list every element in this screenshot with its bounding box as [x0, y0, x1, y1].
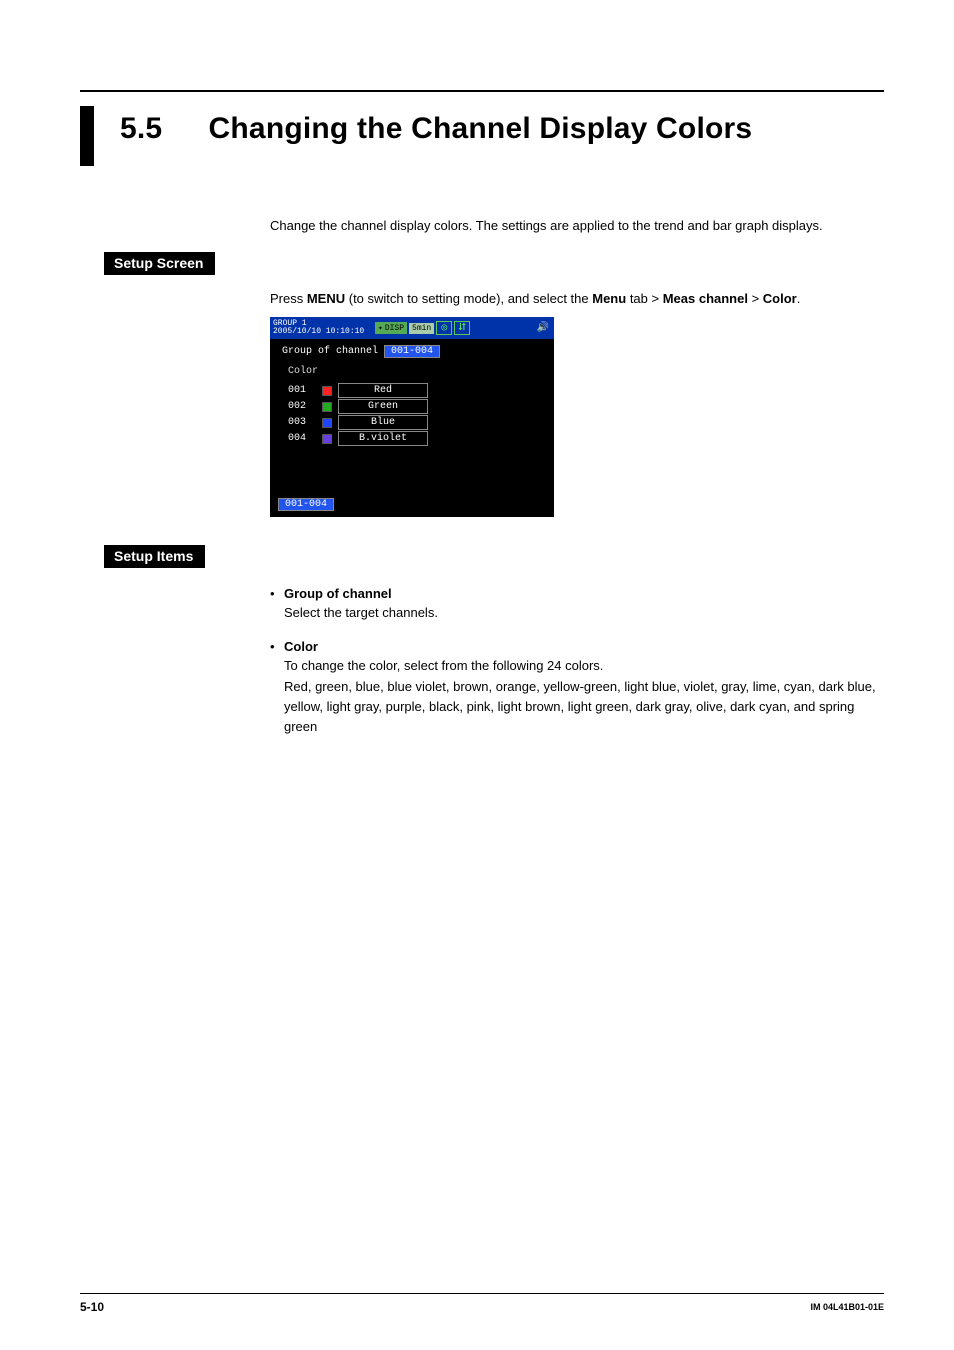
ss-color-table: 001 Red 002 Green 003 Blue 004 B — [288, 383, 546, 446]
page-number: 5-10 — [80, 1300, 104, 1314]
color-name: Red — [338, 383, 428, 398]
ss-group-row: Group of channel 001-004 — [282, 345, 546, 358]
camera-icon: ◎ — [436, 321, 452, 335]
ss-group-info: GROUP 1 2005/10/10 10:10:10 — [273, 320, 373, 336]
item-body: Select the target channels. — [284, 603, 884, 623]
ss-interval: 5min — [409, 323, 434, 334]
color-name: Blue — [338, 415, 428, 430]
page: 5.5 Changing the Channel Display Colors … — [0, 0, 954, 1350]
t-prefix: Press — [270, 291, 307, 306]
color-name: Green — [338, 399, 428, 414]
doc-id: IM 04L41B01-01E — [810, 1302, 884, 1312]
ss-subhead: Color — [288, 366, 546, 377]
color-name: B.violet — [338, 431, 428, 446]
ch-num: 003 — [288, 417, 316, 428]
ch-num: 004 — [288, 433, 316, 444]
ss-footer-badge: 001-004 — [278, 498, 334, 511]
t-menu3: Meas channel — [663, 291, 748, 306]
item-group-of-channel: • Group of channel — [270, 586, 884, 601]
intro-text: Change the channel display colors. The s… — [270, 216, 874, 236]
top-rule — [80, 90, 884, 92]
ss-statusbar: GROUP 1 2005/10/10 10:10:10 ✦ DISP 5min … — [270, 317, 554, 339]
table-row: 001 Red — [288, 383, 546, 398]
ch-num: 002 — [288, 401, 316, 412]
device-screenshot: GROUP 1 2005/10/10 10:10:10 ✦ DISP 5min … — [270, 317, 554, 517]
table-row: 003 Blue — [288, 415, 546, 430]
speaker-icon: 🔊 — [535, 321, 551, 335]
item-color: • Color — [270, 639, 884, 654]
t-mid3: > — [748, 291, 763, 306]
t-menu2: Menu — [592, 291, 626, 306]
color-swatch — [322, 434, 332, 444]
setup-screen-label: Setup Screen — [104, 252, 215, 275]
bullet-icon: • — [270, 639, 284, 654]
t-menu: MENU — [307, 291, 345, 306]
item-body-line2: Red, green, blue, blue violet, brown, or… — [284, 677, 884, 737]
section-number: 5.5 — [120, 112, 200, 146]
table-row: 002 Green — [288, 399, 546, 414]
ss-disp-text: DISP — [385, 324, 404, 333]
disp-star-icon: ✦ — [378, 323, 383, 333]
t-mid2: tab > — [626, 291, 663, 306]
setup-screen-text: Press MENU (to switch to setting mode), … — [270, 289, 884, 309]
t-mid1: (to switch to setting mode), and select … — [345, 291, 592, 306]
table-row: 004 B.violet — [288, 431, 546, 446]
keylock-icon: ⮃ — [454, 321, 470, 335]
t-menu4: Color — [763, 291, 797, 306]
color-swatch — [322, 402, 332, 412]
ss-group-label: Group of channel — [282, 346, 378, 357]
bullet-icon: • — [270, 586, 284, 601]
color-swatch — [322, 386, 332, 396]
ss-body: Group of channel 001-004 Color 001 Red 0… — [270, 339, 554, 451]
setup-items-block: • Group of channel Select the target cha… — [270, 586, 884, 737]
t-suffix: . — [797, 291, 801, 306]
color-swatch — [322, 418, 332, 428]
ss-disp-badge: ✦ DISP — [375, 322, 407, 334]
title-accent-bar — [80, 106, 94, 166]
section-title: 5.5 Changing the Channel Display Colors — [120, 106, 752, 166]
ss-group-line2: 2005/10/10 10:10:10 — [273, 328, 373, 336]
item-title: Group of channel — [284, 586, 392, 601]
footer-rule — [80, 1293, 884, 1294]
section-heading: Changing the Channel Display Colors — [209, 112, 753, 145]
section-title-row: 5.5 Changing the Channel Display Colors — [80, 106, 884, 166]
setup-items-label: Setup Items — [104, 545, 205, 568]
ss-group-value: 001-004 — [384, 345, 440, 358]
ch-num: 001 — [288, 385, 316, 396]
item-body-line1: To change the color, select from the fol… — [284, 656, 884, 676]
item-title: Color — [284, 639, 318, 654]
